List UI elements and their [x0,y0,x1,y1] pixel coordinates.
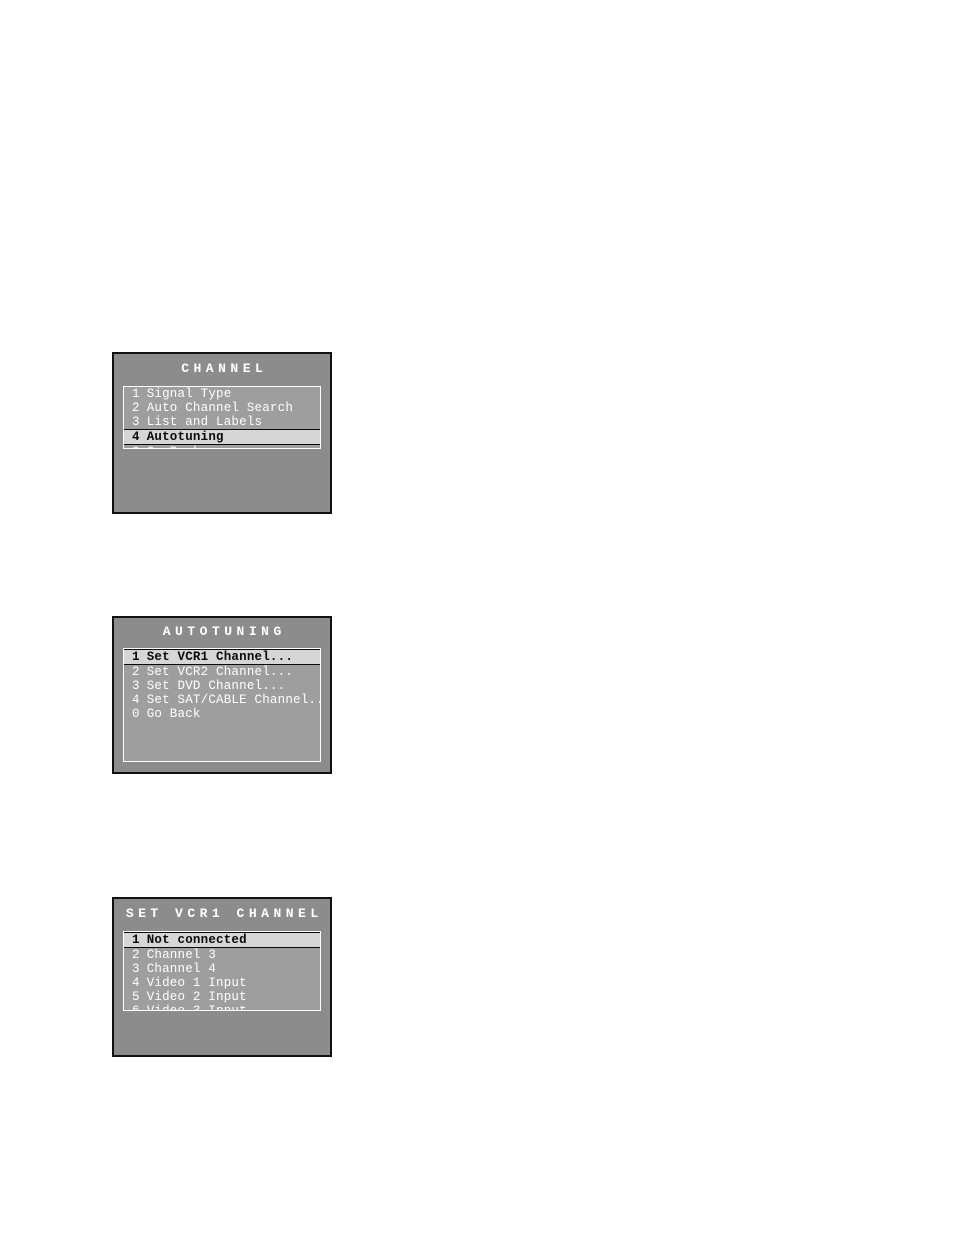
menu-item-set-dvd-channel[interactable]: 3 Set DVD Channel... [124,679,320,693]
menu-item-label: Auto Channel Search [146,400,294,415]
menu-item-label: Signal Type [146,386,232,401]
menu-item-key: 2 [132,947,140,962]
menu-item-label: Video 2 Input [146,989,247,1004]
menu-item-key: 3 [132,961,140,976]
menu-item-label: Set VCR2 Channel... [146,664,294,679]
menu-item-auto-channel-search[interactable]: 2 Auto Channel Search [124,401,320,415]
menu-item-key: 3 [132,678,140,693]
menu-item-label: Set VCR1 Channel... [146,649,294,664]
menu-item-label: Set SAT/CABLE Channel... [146,692,321,707]
menu-item-label: Autotuning [146,429,224,444]
osd-listbox-autotuning: 1 Set VCR1 Channel... 2 Set VCR2 Channel… [123,648,321,762]
osd-panel-channel: CHANNEL 1 Signal Type 2 Auto Channel Sea… [112,352,332,514]
menu-item-not-connected[interactable]: 1 Not connected [124,932,320,948]
menu-item-set-vcr1-channel[interactable]: 1 Set VCR1 Channel... [124,649,320,665]
menu-item-set-vcr2-channel[interactable]: 2 Set VCR2 Channel... [124,665,320,679]
menu-item-key: 4 [132,975,140,990]
menu-item-signal-type[interactable]: 1 Signal Type [124,387,320,401]
menu-item-key: 1 [132,386,140,401]
menu-item-key: 0 [132,706,140,721]
menu-item-label: Go Back [147,446,201,448]
menu-item-key: 4 [132,692,140,707]
osd-title-set-vcr1-channel: SET VCR1 CHANNEL [125,906,323,921]
menu-item-label: List and Labels [146,414,263,429]
menu-item-key: 5 [132,989,140,1004]
menu-item-key: 2 [132,400,140,415]
menu-item-channel-3[interactable]: 2 Channel 3 [124,948,320,962]
osd-listbox-set-vcr1-channel: 1 Not connected 2 Channel 3 3 Channel 4 … [123,931,321,1011]
menu-item-key: 0 [132,446,140,448]
menu-item-key: 1 [132,932,140,947]
menu-item-label: Not connected [146,932,247,947]
osd-panel-set-vcr1-channel: SET VCR1 CHANNEL 1 Not connected 2 Chann… [112,897,332,1057]
menu-item-key: 6 [132,1003,140,1011]
menu-item-go-back[interactable]: 0 Go Back [124,707,320,721]
menu-item-go-back[interactable]: 0 Go Back [124,445,320,448]
menu-item-key: 4 [132,429,140,444]
menu-item-label: Set DVD Channel... [146,678,286,693]
menu-item-set-sat-cable-channel[interactable]: 4 Set SAT/CABLE Channel... [124,693,320,707]
menu-item-key: 1 [132,649,140,664]
menu-item-video-3-input[interactable]: 6 Video 3 Input [124,1003,320,1011]
menu-item-label: Channel 3 [146,947,217,962]
menu-item-label: Channel 4 [146,961,217,976]
menu-item-autotuning[interactable]: 4 Autotuning [124,429,320,445]
menu-item-channel-4[interactable]: 3 Channel 4 [124,962,320,976]
menu-item-video-2-input[interactable]: 5 Video 2 Input [124,990,320,1004]
osd-panel-autotuning: AUTOTUNING 1 Set VCR1 Channel... 2 Set V… [112,616,332,774]
menu-item-label: Go Back [146,706,201,721]
menu-item-video-1-input[interactable]: 4 Video 1 Input [124,976,320,990]
menu-item-label: Video 3 Input [146,1003,247,1011]
menu-item-key: 2 [132,664,140,679]
osd-title-channel: CHANNEL [181,361,268,376]
menu-item-label: Video 1 Input [146,975,247,990]
menu-item-key: 3 [132,414,140,429]
osd-listbox-channel: 1 Signal Type 2 Auto Channel Search 3 Li… [123,386,321,449]
osd-title-autotuning: AUTOTUNING [162,624,286,639]
menu-item-list-and-labels[interactable]: 3 List and Labels [124,415,320,429]
